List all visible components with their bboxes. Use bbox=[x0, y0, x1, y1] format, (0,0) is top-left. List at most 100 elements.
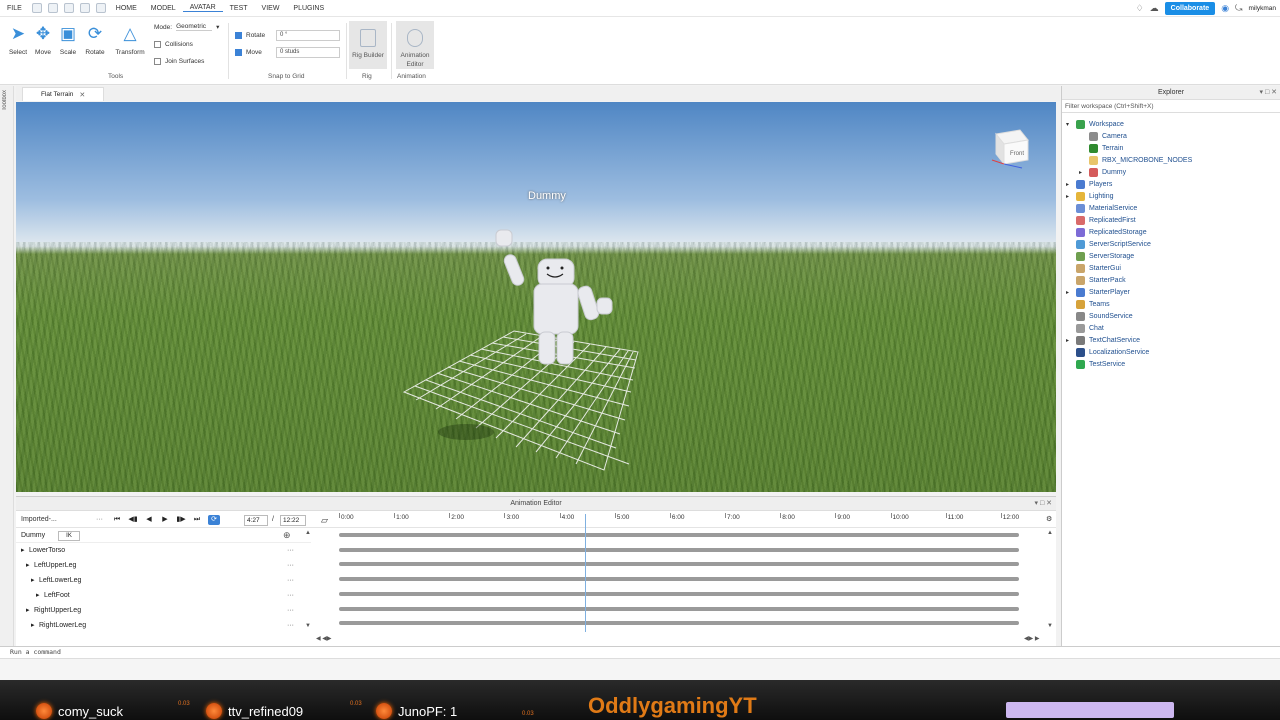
animation-track-row[interactable]: ▸ LeftUpperLeg ··· bbox=[16, 559, 308, 573]
scroll-down-icon[interactable]: ▼ bbox=[1047, 623, 1053, 629]
tracks-scroll-down-icon[interactable]: ▼ bbox=[305, 623, 311, 629]
mode-value[interactable]: Geometric bbox=[176, 23, 213, 31]
new-file-icon[interactable] bbox=[31, 3, 42, 13]
menu-avatar[interactable]: AVATAR bbox=[182, 4, 223, 12]
explorer-node[interactable]: LocalizationService bbox=[1066, 346, 1149, 358]
expand-arrow-icon[interactable]: ▸ bbox=[26, 604, 30, 618]
track-menu-icon[interactable]: ··· bbox=[287, 574, 294, 588]
animation-editor-window-controls[interactable]: ▾ □ ✕ bbox=[1035, 497, 1053, 511]
explorer-node[interactable]: ▸ Players bbox=[1066, 178, 1112, 190]
expand-arrow-icon[interactable]: ▸ bbox=[1066, 337, 1072, 344]
animation-track-row[interactable]: ▸ RightLowerLeg ··· bbox=[16, 619, 308, 633]
explorer-node[interactable]: ▸ Dummy bbox=[1079, 166, 1126, 178]
cloud-icon[interactable]: ☁ bbox=[1150, 3, 1159, 14]
scale-tool-button[interactable]: ▣ Scale bbox=[55, 23, 81, 56]
animation-track-row[interactable]: ▸ RightUpperLeg ··· bbox=[16, 604, 308, 618]
select-tool-button[interactable]: ➤ Select bbox=[5, 23, 31, 56]
save-icon[interactable] bbox=[63, 3, 74, 13]
animation-menu-icon[interactable]: ··· bbox=[96, 512, 103, 528]
timeline-ruler[interactable]: 0:00 1:00 2:00 3:00 4:00 5:00 6:00 7:00 8:00 9:00… bbox=[339, 512, 1029, 528]
track-menu-icon[interactable]: ··· bbox=[287, 589, 294, 603]
track-menu-icon[interactable]: ··· bbox=[287, 604, 294, 618]
expand-arrow-icon[interactable]: ▸ bbox=[26, 559, 30, 573]
explorer-node[interactable]: Camera bbox=[1079, 130, 1127, 142]
track-menu-icon[interactable]: ··· bbox=[287, 559, 294, 573]
explorer-node[interactable]: SoundService bbox=[1066, 310, 1133, 322]
end-time-input[interactable]: 12:22 bbox=[280, 515, 306, 526]
explorer-node[interactable]: ReplicatedStorage bbox=[1066, 226, 1147, 238]
tracks-scroll-up-icon[interactable]: ▲ bbox=[305, 530, 311, 536]
keyframe-track-bar[interactable] bbox=[339, 562, 1019, 567]
close-icon[interactable]: ✕ bbox=[79, 91, 85, 99]
menu-view[interactable]: VIEW bbox=[255, 5, 287, 12]
curve-editor-icon[interactable]: ▱ bbox=[321, 512, 328, 528]
viewport-3d[interactable]: Dummy Front bbox=[16, 102, 1056, 492]
explorer-node[interactable]: ▸ StarterPlayer bbox=[1066, 286, 1130, 298]
explorer-filter-input[interactable]: Filter workspace (Ctrl+Shift+X) bbox=[1062, 100, 1280, 113]
menu-model[interactable]: MODEL bbox=[144, 5, 183, 12]
mode-selector[interactable]: Mode: Geometric ▾ bbox=[154, 23, 219, 31]
explorer-node[interactable]: ReplicatedFirst bbox=[1066, 214, 1136, 226]
redo-icon[interactable] bbox=[95, 3, 106, 13]
expand-arrow-icon[interactable]: ▸ bbox=[1079, 169, 1085, 176]
move-snap-field[interactable]: 0 studs bbox=[276, 47, 340, 58]
playhead-line[interactable] bbox=[585, 514, 587, 632]
explorer-node[interactable]: StarterPack bbox=[1066, 274, 1126, 286]
ik-button[interactable]: IK bbox=[58, 531, 80, 541]
move-snap-toggle[interactable]: Move bbox=[235, 49, 262, 56]
expand-arrow-icon[interactable]: ▸ bbox=[1066, 193, 1072, 200]
keyframe-track-bar[interactable] bbox=[339, 621, 1019, 626]
settings-gear-icon[interactable]: ⚙ bbox=[1046, 512, 1052, 528]
keyframe-track-bar[interactable] bbox=[339, 577, 1019, 582]
undo-icon[interactable] bbox=[79, 3, 90, 13]
share-icon[interactable]: ⤿ bbox=[1235, 3, 1243, 14]
explorer-node[interactable]: ▸ TextChatService bbox=[1066, 334, 1140, 346]
collaborate-button[interactable]: Collaborate bbox=[1164, 2, 1216, 15]
zoom-scroll-right-icon[interactable]: ◀▶ ▶ bbox=[1024, 635, 1040, 642]
current-time-input[interactable]: 4:27 bbox=[244, 515, 268, 526]
play-reverse-icon[interactable]: ◀ bbox=[143, 515, 155, 525]
expand-arrow-icon[interactable]: ▸ bbox=[36, 589, 40, 603]
rotate-tool-button[interactable]: ⟳ Rotate bbox=[82, 23, 108, 56]
keyframe-track-bar[interactable] bbox=[339, 533, 1019, 537]
command-bar-input[interactable]: Run a command bbox=[0, 646, 1280, 658]
keyframe-track-bar[interactable] bbox=[339, 591, 1019, 596]
menu-home[interactable]: HOME bbox=[109, 5, 144, 12]
skip-end-icon[interactable]: ⏭ bbox=[191, 515, 203, 525]
loop-icon[interactable]: ⟳ bbox=[208, 515, 220, 525]
menu-test[interactable]: TEST bbox=[223, 5, 255, 12]
step-forward-icon[interactable]: ▮▶ bbox=[175, 515, 187, 525]
help-icon[interactable]: ◉ bbox=[1221, 3, 1229, 14]
expand-arrow-icon[interactable]: ▸ bbox=[21, 544, 25, 558]
keyframe-track-bar[interactable] bbox=[339, 606, 1019, 611]
chevron-down-icon[interactable]: ▾ bbox=[216, 23, 219, 31]
join-surfaces-checkbox[interactable] bbox=[154, 58, 161, 65]
move-tool-button[interactable]: ✥ Move bbox=[30, 23, 56, 56]
toolbox-label[interactable]: Toolbox bbox=[2, 90, 8, 111]
expand-arrow-icon[interactable]: ▸ bbox=[1066, 181, 1072, 188]
explorer-window-controls[interactable]: ▾ □ ✕ bbox=[1260, 86, 1278, 100]
explorer-node[interactable]: ▸ Lighting bbox=[1066, 190, 1114, 202]
move-snap-checkbox[interactable] bbox=[235, 49, 242, 56]
step-back-icon[interactable]: ◀▮ bbox=[127, 515, 139, 525]
rig-builder-button[interactable]: Rig Builder bbox=[349, 21, 387, 69]
menu-file[interactable]: FILE bbox=[0, 5, 29, 12]
track-menu-icon[interactable]: ··· bbox=[287, 619, 294, 633]
track-menu-icon[interactable]: ··· bbox=[287, 544, 294, 558]
menu-plugins[interactable]: PLUGINS bbox=[286, 5, 331, 12]
explorer-node[interactable]: Terrain bbox=[1079, 142, 1123, 154]
tab-flat-terrain[interactable]: Flat Terrain ✕ bbox=[22, 87, 104, 101]
rotate-snap-field[interactable]: 0 ° bbox=[276, 30, 340, 41]
rotate-snap-toggle[interactable]: Rotate bbox=[235, 32, 265, 39]
explorer-node[interactable]: ▾ Workspace bbox=[1066, 118, 1124, 130]
expand-arrow-icon[interactable]: ▸ bbox=[1066, 289, 1072, 296]
expand-arrow-icon[interactable]: ▾ bbox=[1066, 121, 1072, 128]
explorer-node[interactable]: TestService bbox=[1066, 358, 1125, 370]
explorer-node[interactable]: ServerScriptService bbox=[1066, 238, 1151, 250]
animation-track-row[interactable]: ▸ LeftLowerLeg ··· bbox=[16, 574, 308, 588]
explorer-node[interactable]: StarterGui bbox=[1066, 262, 1121, 274]
animation-track-row[interactable]: ▸ LeftFoot ··· bbox=[16, 589, 308, 603]
keyframe-track-bar[interactable] bbox=[339, 547, 1019, 552]
scroll-up-icon[interactable]: ▲ bbox=[1047, 530, 1053, 536]
animation-name-dropdown[interactable]: Imported-... bbox=[21, 512, 57, 528]
